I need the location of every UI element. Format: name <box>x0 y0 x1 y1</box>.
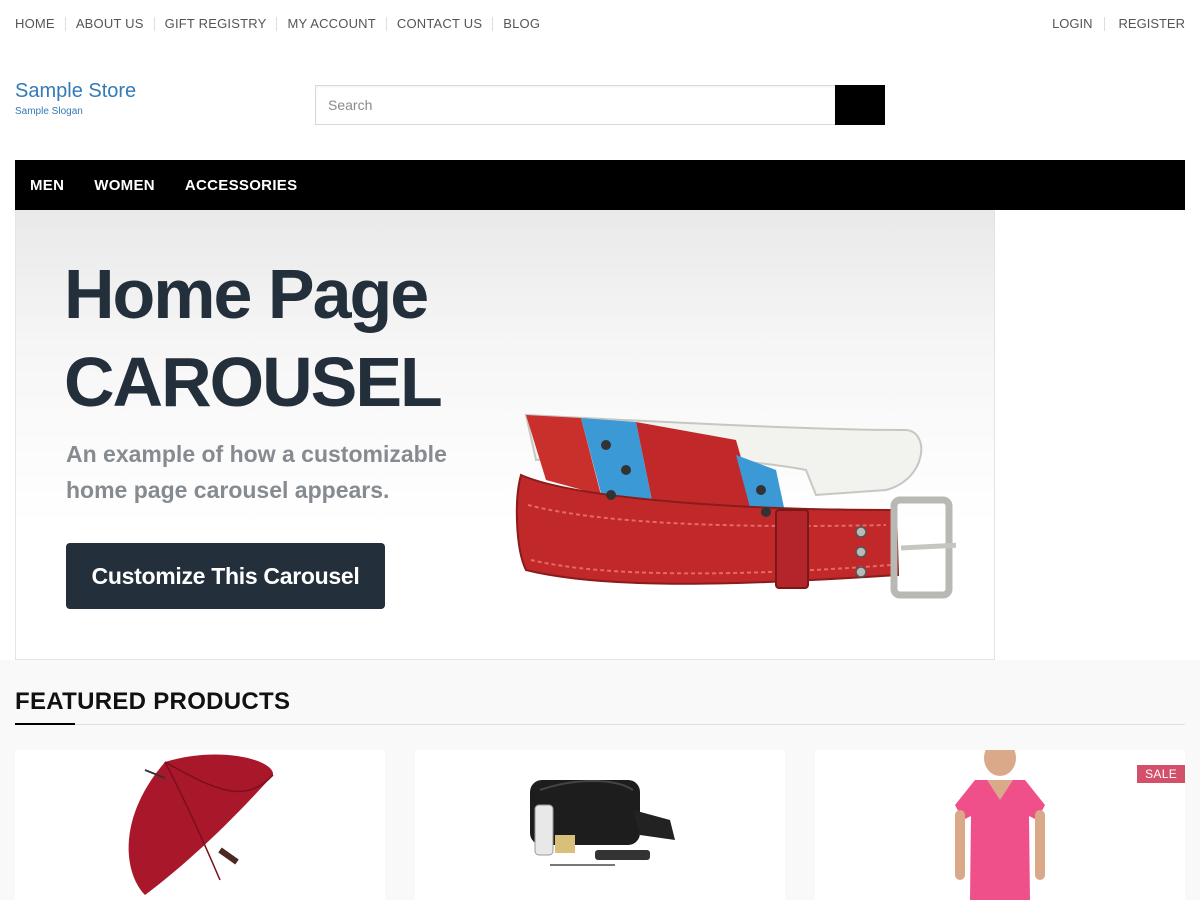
account-divider <box>1103 17 1105 31</box>
search-button[interactable] <box>835 85 885 125</box>
main-nav-men[interactable]: MEN <box>30 177 64 194</box>
store-slogan: Sample Slogan <box>15 106 83 117</box>
register-link[interactable]: REGISTER <box>1119 17 1185 31</box>
top-nav-about-us[interactable]: ABOUT US <box>64 17 154 31</box>
top-nav-gift-registry[interactable]: GIFT REGISTRY <box>153 17 277 31</box>
carousel-heading-line2: CAROUSEL <box>64 343 443 421</box>
top-nav-blog[interactable]: BLOG <box>492 17 550 31</box>
sale-badge: SALE <box>1137 765 1185 783</box>
login-link[interactable]: LOGIN <box>1052 17 1092 31</box>
section-divider-accent <box>15 723 75 725</box>
black-toiletry-bag-image <box>530 780 675 866</box>
top-nav-my-account[interactable]: MY ACCOUNT <box>276 17 385 31</box>
store-logo: Sample Store Sample Slogan <box>15 79 136 118</box>
home-carousel: Home Page CAROUSEL An example of how a c… <box>15 210 995 660</box>
customize-carousel-button[interactable]: Customize This Carousel <box>66 543 385 609</box>
section-divider <box>15 724 1185 725</box>
search-form <box>315 85 885 125</box>
search-input[interactable] <box>315 85 835 125</box>
top-nav-contact-us[interactable]: CONTACT US <box>385 17 492 31</box>
top-nav-home[interactable]: HOME <box>15 17 65 31</box>
belt-image <box>515 413 956 599</box>
carousel-description: An example of how a customizable home pa… <box>66 441 447 503</box>
pink-t-shirt-image <box>955 750 1045 900</box>
top-nav: HOME ABOUT US GIFT REGISTRY MY ACCOUNT C… <box>15 17 550 31</box>
main-nav: MEN WOMEN ACCESSORIES <box>15 160 1185 210</box>
top-bar: HOME ABOUT US GIFT REGISTRY MY ACCOUNT C… <box>0 0 1200 50</box>
carousel-heading-line1: Home Page <box>64 255 429 333</box>
product-card-umbrella[interactable] <box>15 750 385 900</box>
store-name-link[interactable]: Sample Store <box>15 79 136 103</box>
main-nav-accessories[interactable]: ACCESSORIES <box>185 177 298 194</box>
main-nav-women[interactable]: WOMEN <box>94 177 155 194</box>
account-links: LOGIN REGISTER <box>1052 17 1185 31</box>
featured-products: FEATURED PRODUCTS SALE <box>0 660 1200 900</box>
red-umbrella-image <box>128 754 274 895</box>
carousel-heading: Home Page CAROUSEL <box>64 250 524 426</box>
product-card-t-shirt[interactable]: SALE <box>815 750 1185 900</box>
product-card-toiletry-bag[interactable] <box>415 750 785 900</box>
featured-products-title: FEATURED PRODUCTS <box>15 688 291 715</box>
